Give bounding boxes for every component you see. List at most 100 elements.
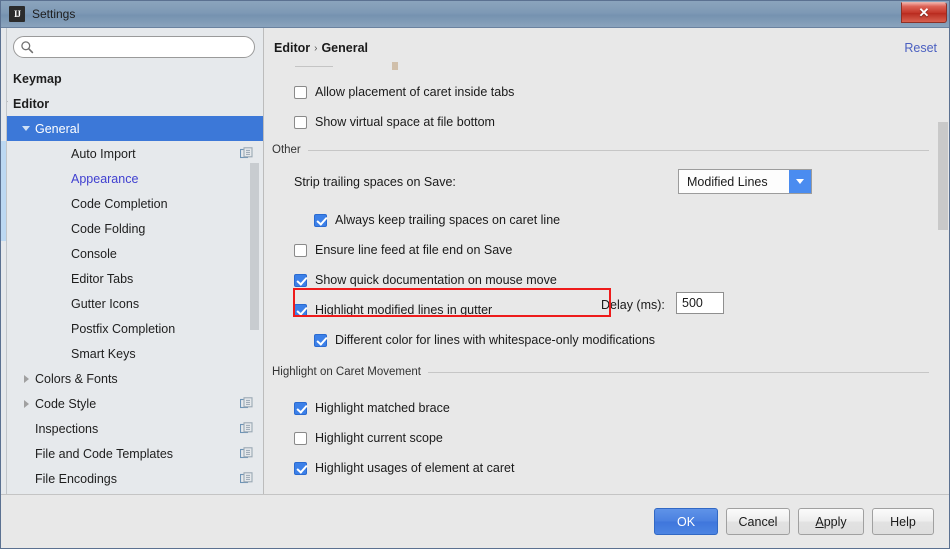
ghost-mark <box>392 62 398 70</box>
checkbox-checked-icon[interactable] <box>294 401 307 415</box>
project-scope-icon <box>239 422 253 435</box>
sidebar-item-file-and-code-templates[interactable]: File and Code Templates <box>7 441 263 466</box>
sidebar-item-editor-tabs[interactable]: Editor Tabs <box>7 266 263 291</box>
sidebar-item-label: General <box>35 121 80 136</box>
sidebar-item-editor[interactable]: Editor <box>7 91 263 116</box>
sidebar-item-colors-fonts[interactable]: Colors & Fonts <box>7 366 263 391</box>
search-container <box>13 36 255 58</box>
checkbox-checked-icon[interactable] <box>314 213 327 227</box>
checkbox-row[interactable]: Highlight usages of element at caret <box>294 458 514 478</box>
checkbox-row[interactable]: Highlight matched brace <box>294 398 450 418</box>
chevron-right-icon[interactable] <box>17 399 35 408</box>
sidebar-item-inspections[interactable]: Inspections <box>7 416 263 441</box>
sidebar-item-label: File and Code Templates <box>35 446 174 461</box>
chevron-down-icon[interactable] <box>17 126 35 131</box>
delay-label: Delay (ms): <box>601 298 665 312</box>
close-icon: ✕ <box>918 4 930 20</box>
sidebar-item-label: Console <box>71 246 117 261</box>
sidebar-item-auto-import[interactable]: Auto Import <box>7 141 263 166</box>
ghost-line <box>295 66 333 67</box>
close-button[interactable]: ✕ <box>901 2 947 23</box>
section-other: Other <box>265 144 929 156</box>
window-title: Settings <box>32 7 76 21</box>
checkbox-row[interactable]: Show quick documentation on mouse move <box>294 270 557 290</box>
checkbox-label: Show quick documentation on mouse move <box>315 273 557 287</box>
sidebar-item-file-encodings[interactable]: File Encodings <box>7 466 263 491</box>
sidebar-item-label: Inspections <box>35 421 99 436</box>
sidebar-item-code-completion[interactable]: Code Completion <box>7 191 263 216</box>
sidebar-item-code-style[interactable]: Code Style <box>7 391 263 416</box>
checkbox-unchecked-icon[interactable] <box>294 115 307 129</box>
sidebar-item-gutter-icons[interactable]: Gutter Icons <box>7 291 263 316</box>
search-icon <box>21 41 34 54</box>
strip-trailing-spaces-row: Strip trailing spaces on Save: Modified L… <box>265 160 929 204</box>
sidebar-item-label: Gutter Icons <box>71 296 140 311</box>
cancel-button[interactable]: Cancel <box>726 508 790 535</box>
checkbox-row[interactable]: Show virtual space at file bottom <box>294 112 495 132</box>
search-box[interactable] <box>13 36 255 58</box>
checkbox-checked-icon[interactable] <box>294 303 307 317</box>
panel-scrollbar-thumb[interactable] <box>938 122 948 230</box>
checkbox-unchecked-icon[interactable] <box>294 85 307 99</box>
section-title: Highlight on Caret Movement <box>272 366 421 378</box>
chevron-right-icon[interactable] <box>17 374 35 383</box>
sidebar-item-label: Editor <box>13 96 50 111</box>
sidebar-item-label: File Encodings <box>35 471 117 486</box>
help-button-label: Help <box>890 514 916 529</box>
settings-options-scroll-area: Allow placement of caret inside tabs Show… <box>265 60 949 494</box>
help-button[interactable]: Help <box>872 508 934 535</box>
sidebar-item-postfix-completion[interactable]: Postfix Completion <box>7 316 263 341</box>
sidebar-item-general[interactable]: General <box>7 116 263 141</box>
checkbox-row[interactable]: Highlight current scope <box>294 428 443 448</box>
chevron-down-icon[interactable] <box>789 170 811 193</box>
sidebar-item-label: Smart Keys <box>71 346 136 361</box>
strip-trailing-spaces-label: Strip trailing spaces on Save: <box>294 175 456 189</box>
checkbox-label: Different color for lines with whitespac… <box>335 333 656 347</box>
apply-button[interactable]: Apply <box>798 508 864 535</box>
sidebar-item-code-folding[interactable]: Code Folding <box>7 216 263 241</box>
project-scope-icon <box>239 147 253 160</box>
checkbox-row[interactable]: Ensure line feed at file end on Save <box>294 240 512 260</box>
partially-scrolled-row <box>295 60 505 74</box>
dropdown-value: Modified Lines <box>687 174 768 189</box>
sidebar-item-label: Appearance <box>71 171 139 186</box>
sidebar-item-keymap[interactable]: Keymap <box>7 66 263 91</box>
checkbox-unchecked-icon[interactable] <box>294 243 307 257</box>
checkbox-row[interactable]: Highlight modified lines in gutter <box>294 300 492 320</box>
search-input[interactable] <box>37 39 242 55</box>
sidebar-scrollbar-thumb[interactable] <box>250 163 259 330</box>
strip-trailing-spaces-dropdown[interactable]: Modified Lines <box>678 169 812 194</box>
sidebar-item-label: Postfix Completion <box>71 321 176 336</box>
checkbox-row[interactable]: Different color for lines with whitespac… <box>314 330 655 350</box>
title-bar: IJ Settings ✕ <box>1 1 949 28</box>
dialog-content: Keymap Editor General Auto Import Appearance… <box>1 28 949 494</box>
checkbox-label: Always keep trailing spaces on caret lin… <box>335 213 561 227</box>
sidebar-item-appearance[interactable]: Appearance <box>7 166 263 191</box>
breadcrumb: Editor › General <box>274 41 368 55</box>
sidebar-item-label: Colors & Fonts <box>35 371 118 386</box>
checkbox-unchecked-icon[interactable] <box>294 431 307 445</box>
checkbox-row[interactable]: Allow placement of caret inside tabs <box>294 82 514 102</box>
section-divider <box>307 149 929 151</box>
checkbox-checked-icon[interactable] <box>314 333 327 347</box>
checkbox-label: Highlight usages of element at caret <box>315 461 515 475</box>
reset-link[interactable]: Reset <box>904 41 937 55</box>
checkbox-checked-icon[interactable] <box>294 273 307 287</box>
breadcrumb-root[interactable]: Editor <box>274 41 310 55</box>
ok-button[interactable]: OK <box>654 508 718 535</box>
sidebar-item-label: Keymap <box>13 71 62 86</box>
checkbox-checked-icon[interactable] <box>294 461 307 475</box>
sidebar-item-console[interactable]: Console <box>7 241 263 266</box>
checkbox-label: Highlight current scope <box>315 431 443 445</box>
checkbox-label: Ensure line feed at file end on Save <box>315 243 513 257</box>
settings-sidebar: Keymap Editor General Auto Import Appearance… <box>1 28 264 494</box>
ok-button-label: OK <box>676 514 696 529</box>
delay-input[interactable] <box>676 292 724 314</box>
project-scope-icon <box>239 447 253 460</box>
section-divider <box>427 371 929 373</box>
project-scope-icon <box>239 472 253 485</box>
project-scope-icon <box>239 397 253 410</box>
checkbox-row[interactable]: Always keep trailing spaces on caret lin… <box>314 210 560 230</box>
sidebar-item-smart-keys[interactable]: Smart Keys <box>7 341 263 366</box>
checkbox-label: Show virtual space at file bottom <box>315 115 495 129</box>
